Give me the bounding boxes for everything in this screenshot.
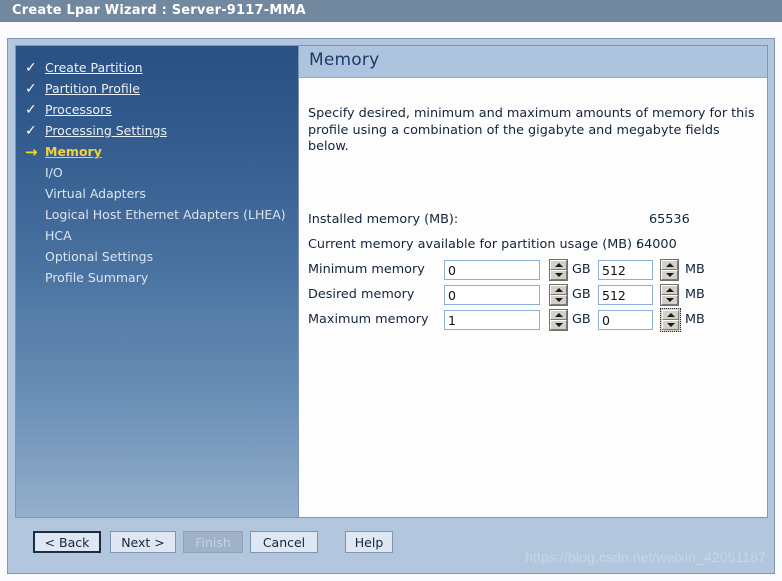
wizard-step-sidebar: ✓ Create Partition ✓ Partition Profile ✓… <box>16 46 298 517</box>
next-button[interactable]: Next > <box>110 531 176 553</box>
maximum-memory-gb-spinner[interactable] <box>549 309 568 331</box>
sidebar-item-io[interactable]: I/O <box>16 163 298 184</box>
sidebar-item-lhea[interactable]: Logical Host Ethernet Adapters (LHEA) <box>16 205 298 226</box>
maximum-memory-row: Maximum memory GB MB <box>308 308 767 333</box>
desired-memory-mb-input[interactable] <box>598 285 653 305</box>
spinner-down-icon[interactable] <box>661 270 678 280</box>
desired-memory-mb-unit: MB <box>685 287 705 302</box>
minimum-memory-gb-input[interactable] <box>444 260 540 280</box>
sidebar-item-processors[interactable]: ✓ Processors <box>16 100 298 121</box>
spinner-up-icon[interactable] <box>550 260 567 270</box>
spinner-down-icon[interactable] <box>550 295 567 305</box>
desired-memory-label: Desired memory <box>308 287 415 302</box>
sidebar-item-label: Partition Profile <box>45 81 140 96</box>
check-icon: ✓ <box>25 81 37 97</box>
sidebar-item-label: HCA <box>45 228 72 243</box>
watermark-text: https://blog.csdn.net/weixin_42051187 <box>525 549 766 565</box>
spinner-up-icon[interactable] <box>662 310 679 320</box>
finish-button: Finish <box>183 531 243 553</box>
desired-memory-gb-input[interactable] <box>444 285 540 305</box>
sidebar-item-hca[interactable]: HCA <box>16 226 298 247</box>
check-icon: ✓ <box>25 60 37 76</box>
sidebar-item-label: I/O <box>45 165 63 180</box>
sidebar-item-label: Memory <box>45 144 102 159</box>
maximum-memory-gb-input[interactable] <box>444 310 540 330</box>
check-icon: ✓ <box>25 123 37 139</box>
maximum-memory-mb-input[interactable] <box>598 310 653 330</box>
installed-memory-value: 65536 <box>649 212 690 227</box>
maximum-memory-mb-spinner[interactable] <box>660 308 681 332</box>
desired-memory-mb-spinner[interactable] <box>660 284 679 306</box>
installed-memory-row: Installed memory (MB): 65536 <box>308 212 690 227</box>
spinner-down-icon[interactable] <box>662 320 679 330</box>
sidebar-item-profile-summary[interactable]: Profile Summary <box>16 268 298 289</box>
spinner-down-icon[interactable] <box>550 320 567 330</box>
back-button[interactable]: < Back <box>33 531 101 553</box>
minimum-memory-mb-spinner[interactable] <box>660 259 679 281</box>
intro-text: Specify desired, minimum and maximum amo… <box>308 106 755 154</box>
maximum-memory-mb-unit: MB <box>685 312 705 327</box>
sidebar-item-label: Logical Host Ethernet Adapters (LHEA) <box>45 207 286 222</box>
window-title-bar: Create Lpar Wizard : Server-9117-MMA <box>0 0 782 22</box>
minimum-memory-mb-input[interactable] <box>598 260 653 280</box>
desired-memory-gb-unit: GB <box>572 287 591 302</box>
page-title: Memory <box>309 50 380 70</box>
window-title: Create Lpar Wizard : Server-9117-MMA <box>12 3 306 18</box>
arrow-right-icon: → <box>25 143 38 161</box>
sidebar-item-label: Processors <box>45 102 112 117</box>
spinner-up-icon[interactable] <box>661 260 678 270</box>
installed-memory-label: Installed memory (MB): <box>308 212 459 227</box>
spinner-down-icon[interactable] <box>661 295 678 305</box>
sidebar-item-optional-settings[interactable]: Optional Settings <box>16 247 298 268</box>
wizard-dialog: ✓ Create Partition ✓ Partition Profile ✓… <box>7 38 775 574</box>
sidebar-item-partition-profile[interactable]: ✓ Partition Profile <box>16 79 298 100</box>
minimum-memory-mb-unit: MB <box>685 262 705 277</box>
sidebar-item-label: Virtual Adapters <box>45 186 146 201</box>
cancel-button[interactable]: Cancel <box>250 531 318 553</box>
minimum-memory-label: Minimum memory <box>308 262 425 277</box>
check-icon: ✓ <box>25 102 37 118</box>
minimum-memory-gb-unit: GB <box>572 262 591 277</box>
minimum-memory-row: Minimum memory GB MB <box>308 259 767 283</box>
spinner-up-icon[interactable] <box>661 285 678 295</box>
maximum-memory-gb-unit: GB <box>572 312 591 327</box>
sidebar-item-label: Create Partition <box>45 60 143 75</box>
help-button[interactable]: Help <box>345 531 393 553</box>
minimum-memory-gb-spinner[interactable] <box>549 259 568 281</box>
content-header: Memory <box>299 46 767 78</box>
sidebar-item-label: Optional Settings <box>45 249 154 264</box>
available-memory-row: Current memory available for partition u… <box>308 237 677 252</box>
sidebar-item-processing-settings[interactable]: ✓ Processing Settings <box>16 121 298 142</box>
sidebar-item-memory[interactable]: → Memory <box>16 142 298 163</box>
sidebar-item-virtual-adapters[interactable]: Virtual Adapters <box>16 184 298 205</box>
sidebar-item-create-partition[interactable]: ✓ Create Partition <box>16 58 298 79</box>
spinner-up-icon[interactable] <box>550 310 567 320</box>
spinner-up-icon[interactable] <box>550 285 567 295</box>
sidebar-item-label: Profile Summary <box>45 270 149 285</box>
desired-memory-gb-spinner[interactable] <box>549 284 568 306</box>
available-memory-label: Current memory available for partition u… <box>308 237 641 252</box>
desired-memory-row: Desired memory GB MB <box>308 284 767 308</box>
spinner-down-icon[interactable] <box>550 270 567 280</box>
available-memory-value: 64000 <box>636 237 677 252</box>
maximum-memory-label: Maximum memory <box>308 312 429 327</box>
wizard-content: Memory Specify desired, minimum and maxi… <box>298 46 767 517</box>
wizard-panel: ✓ Create Partition ✓ Partition Profile ✓… <box>15 45 768 518</box>
sidebar-item-label: Processing Settings <box>45 123 167 138</box>
